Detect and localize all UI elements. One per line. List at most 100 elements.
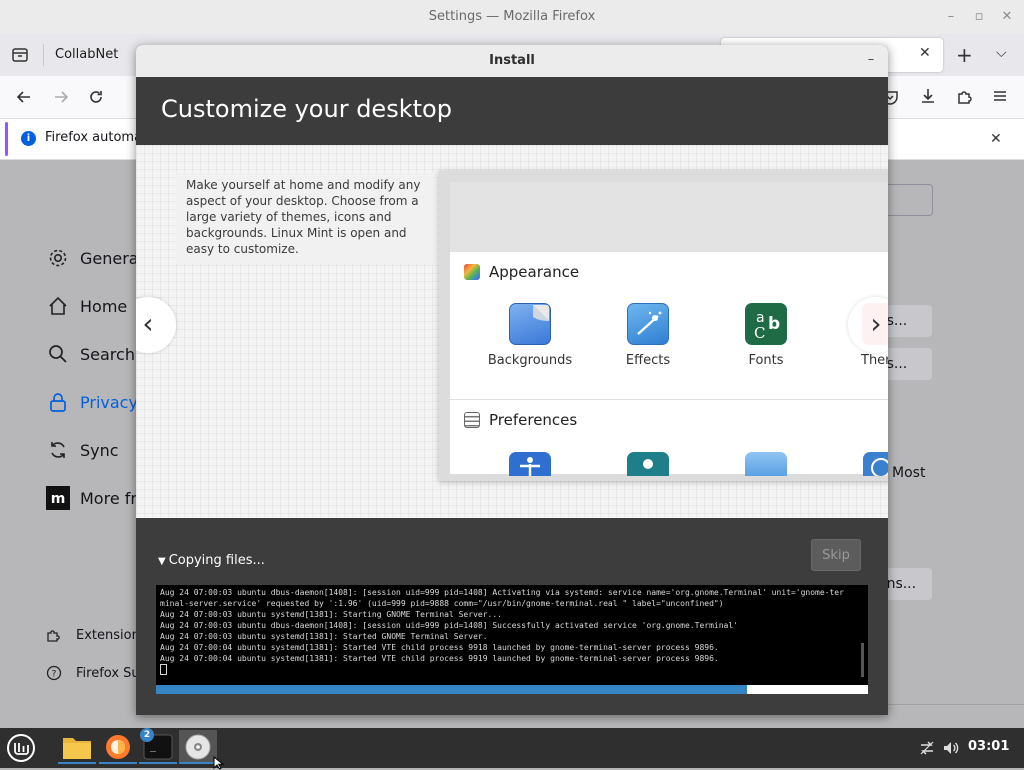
info-icon: i xyxy=(21,131,36,146)
forward-icon[interactable] xyxy=(51,87,71,107)
disc-icon xyxy=(185,734,211,760)
install-dialog: Install – Customize your desktop Make yo… xyxy=(136,45,888,715)
terminal-cursor xyxy=(160,664,167,675)
terminal-line: Aug 24 07:00:04 ubuntu systemd[1381]: St… xyxy=(160,643,719,652)
downloads-icon[interactable] xyxy=(918,86,938,106)
accessibility-icon xyxy=(509,452,551,476)
install-log-terminal[interactable]: Aug 24 07:00:03 ubuntu dbus-daemon[1408]… xyxy=(156,585,868,685)
item-label: Effects xyxy=(625,353,671,368)
back-icon[interactable] xyxy=(14,87,34,107)
effects-icon xyxy=(627,303,669,345)
terminal-line: Aug 24 07:00:03 ubuntu dbus-daemon[1408]… xyxy=(160,588,844,597)
svg-text:_: _ xyxy=(150,741,157,752)
tab-close-icon[interactable]: ✕ xyxy=(919,46,933,60)
slideshow: Make yourself at home and modify any asp… xyxy=(136,145,888,518)
mint-menu-icon[interactable] xyxy=(6,733,36,763)
taskbar-installer[interactable] xyxy=(179,730,217,764)
sidebar-support-link[interactable]: ? Firefox Su xyxy=(46,662,140,684)
reload-icon[interactable] xyxy=(86,87,106,107)
sidebar-item-label: Sync xyxy=(80,440,119,460)
section-label: Preferences xyxy=(489,411,578,429)
sidebar-item-home[interactable]: Home xyxy=(46,292,127,320)
svg-text:C: C xyxy=(754,324,765,342)
sidebar-item-label: Search xyxy=(80,344,135,364)
terminal-scrollbar[interactable] xyxy=(861,643,864,677)
lock-icon xyxy=(46,390,70,414)
sidebar-item-general[interactable]: General xyxy=(46,244,143,272)
terminal-line: Aug 24 07:00:03 ubuntu systemd[1381]: St… xyxy=(160,632,488,641)
terminal-line: Aug 24 07:00:03 ubuntu dbus-daemon[1408]… xyxy=(160,621,738,630)
minimize-icon[interactable]: – xyxy=(864,53,878,67)
network-icon[interactable] xyxy=(918,739,936,757)
progress-label: Copying files... xyxy=(168,553,265,568)
search-icon xyxy=(46,342,70,366)
fonts-item: abC Fonts xyxy=(711,303,821,377)
preferences-icon xyxy=(464,412,480,428)
puzzle-icon xyxy=(46,627,62,643)
item-label: Backgrounds xyxy=(487,353,573,368)
skip-button[interactable]: Skip xyxy=(811,539,861,571)
minimize-icon[interactable]: – xyxy=(943,9,959,25)
item-label: Fonts xyxy=(748,353,784,368)
backgrounds-item: Backgrounds xyxy=(475,303,585,377)
running-indicator xyxy=(139,762,177,764)
maximize-icon[interactable]: ▫ xyxy=(971,9,987,25)
effects-item: Effects xyxy=(593,303,703,377)
screenshot-header xyxy=(450,182,888,252)
home-icon xyxy=(46,294,70,318)
notification-close-icon[interactable]: ✕ xyxy=(990,131,1002,147)
taskbar-files[interactable] xyxy=(58,730,96,764)
item-label: Ther xyxy=(861,353,888,368)
progress-expander[interactable]: ▼ Copying files... xyxy=(158,553,265,568)
tab-label: CollabNet xyxy=(55,47,119,62)
install-progress-bar xyxy=(156,685,868,694)
slide-heading: Customize your desktop xyxy=(161,95,452,123)
notification-text: Firefox automa xyxy=(45,130,143,145)
preferences-section: Preferences xyxy=(464,410,577,430)
fonts-icon: abC xyxy=(745,303,787,345)
new-tab-icon[interactable]: + xyxy=(956,43,973,67)
sidebar-item-sync[interactable]: Sync xyxy=(46,436,119,464)
sidebar-item-label: Firefox Su xyxy=(76,665,140,681)
previous-slide-button[interactable]: ‹ xyxy=(136,297,176,353)
sidebar-extensions-link[interactable]: Extension xyxy=(46,624,140,646)
divider xyxy=(884,704,1024,705)
window-count-badge: 2 xyxy=(140,728,154,742)
svg-text:?: ? xyxy=(52,670,57,680)
section-label: Appearance xyxy=(489,263,580,281)
terminal-line: Aug 24 07:00:04 ubuntu systemd[1381]: St… xyxy=(160,654,719,663)
section-divider xyxy=(450,399,888,400)
folder-icon xyxy=(63,738,91,759)
find-in-settings-input[interactable] xyxy=(884,184,933,216)
taskbar-firefox[interactable] xyxy=(99,730,137,764)
sidebar-item-privacy[interactable]: Privacy xyxy=(46,388,138,416)
svg-text:m: m xyxy=(51,491,66,507)
mozilla-icon: m xyxy=(46,486,70,510)
sidebar-item-more-from-mozilla[interactable]: m More fr xyxy=(46,484,137,512)
appearance-section: Appearance xyxy=(464,262,579,282)
backgrounds-icon xyxy=(509,303,551,345)
dialog-title: Install xyxy=(489,53,535,68)
extensions-icon[interactable] xyxy=(955,86,975,106)
appearance-icon xyxy=(464,264,480,280)
sync-icon xyxy=(46,438,70,462)
terminal-line: Aug 24 07:00:03 ubuntu systemd[1381]: St… xyxy=(160,610,502,619)
tab-manager-icon[interactable] xyxy=(10,45,30,65)
gear-icon xyxy=(46,246,70,270)
menu-icon[interactable] xyxy=(990,86,1010,106)
list-all-tabs-icon[interactable]: ⌵ xyxy=(996,45,1007,61)
date-time-icon xyxy=(863,452,888,476)
sidebar-item-label: General xyxy=(80,248,144,268)
sidebar-item-search[interactable]: Search xyxy=(46,340,135,368)
sidebar-item-label: Extension xyxy=(76,627,140,643)
firefox-icon xyxy=(106,735,130,759)
clock[interactable]: 03:01 xyxy=(968,739,1009,754)
close-icon[interactable]: ✕ xyxy=(999,9,1015,25)
preferences-item-icon xyxy=(745,452,787,476)
sidebar-item-label: More fr xyxy=(80,488,137,508)
account-icon xyxy=(627,452,669,476)
volume-icon[interactable] xyxy=(942,739,960,757)
taskbar: _ 2 03:01 xyxy=(0,728,1024,770)
running-indicator xyxy=(179,762,217,764)
firefox-window-title: Settings — Mozilla Firefox xyxy=(428,9,596,24)
